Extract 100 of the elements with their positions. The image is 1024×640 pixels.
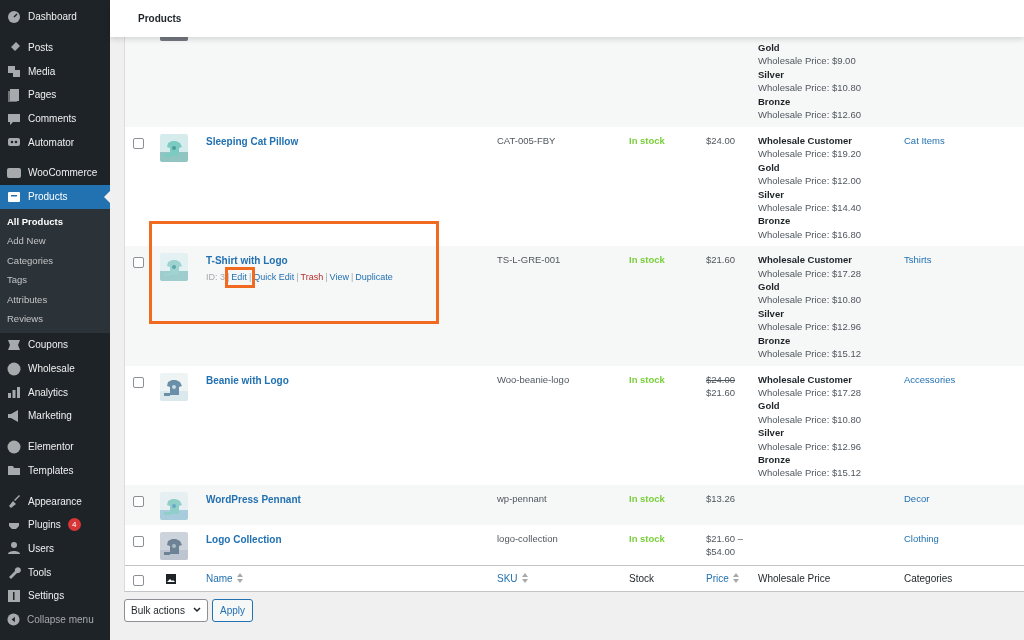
- column-header[interactable]: Price: [706, 570, 758, 586]
- circle-icon: [7, 439, 21, 454]
- ticket-icon: [7, 337, 21, 352]
- sidebar-item[interactable]: WooCommerce: [0, 161, 110, 185]
- tier-name: Gold: [758, 41, 781, 55]
- sort-icon: [521, 573, 528, 584]
- submenu-item[interactable]: Add New: [0, 231, 110, 251]
- category-link[interactable]: Cat Items: [904, 134, 1024, 242]
- stock-status: In stock: [629, 531, 666, 546]
- megaphone-icon: [7, 408, 21, 423]
- sidebar-item[interactable]: Tools: [0, 560, 110, 584]
- stock-status: In stock: [629, 491, 666, 506]
- apply-button[interactable]: Apply: [212, 598, 253, 622]
- tier-name: Wholesale Customer: [758, 372, 853, 386]
- checkbox[interactable]: [133, 138, 144, 149]
- submenu-item[interactable]: All Products: [0, 211, 110, 232]
- row-action-link[interactable]: Edit: [231, 272, 247, 283]
- submenu-item[interactable]: Reviews: [0, 309, 110, 330]
- price-text: $21.60 –: [706, 531, 744, 545]
- user-icon: [7, 541, 21, 556]
- sidebar-item[interactable]: Dashboard: [0, 5, 110, 29]
- archive-icon: [7, 189, 21, 204]
- category-link[interactable]: Clothing: [904, 531, 1024, 560]
- category-link[interactable]: Accessories: [904, 372, 1024, 480]
- product-name-link[interactable]: Sleeping Cat Pillow: [206, 136, 299, 147]
- sidebar-item[interactable]: Marketing: [0, 404, 110, 428]
- checkbox[interactable]: [133, 574, 144, 586]
- sidebar-item[interactable]: Appearance: [0, 489, 110, 513]
- row-action-link[interactable]: Duplicate: [355, 272, 393, 283]
- checkbox[interactable]: [133, 535, 144, 547]
- folder-icon: [7, 463, 21, 478]
- checkbox[interactable]: [133, 376, 144, 388]
- wholesale-price: Wholesale Price: $12.96: [758, 439, 862, 453]
- sidebar-item[interactable]: Automator: [0, 130, 110, 155]
- sidebar-item[interactable]: Media: [0, 59, 110, 84]
- row-action-link[interactable]: View: [329, 272, 349, 283]
- product-name-link[interactable]: T-Shirt with Logo: [206, 255, 288, 267]
- sku-text: CAT-005-FBY: [497, 134, 557, 148]
- separator: |: [349, 272, 355, 283]
- sort-icon: [236, 573, 243, 584]
- sku-text: logo-collection: [497, 531, 559, 546]
- stock-status: In stock: [629, 253, 666, 268]
- checkbox[interactable]: [133, 495, 144, 507]
- coin-icon: [7, 361, 21, 376]
- tier-name: Gold: [758, 280, 781, 294]
- sidebar-item[interactable]: Users: [0, 536, 110, 561]
- submenu-item[interactable]: Attributes: [0, 289, 110, 310]
- separator: |: [226, 272, 231, 283]
- column-header: Stock: [629, 571, 655, 586]
- product-name-link[interactable]: Beanie with Logo: [206, 374, 289, 386]
- sidebar-item[interactable]: Posts: [0, 35, 110, 60]
- wholesale-price: Wholesale Price: $12.60: [758, 108, 862, 122]
- category-link[interactable]: Tshirts: [904, 253, 1024, 361]
- collapse-menu-button[interactable]: Collapse menu: [0, 607, 110, 632]
- submenu-item[interactable]: Tags: [0, 270, 110, 290]
- sku-text: Woo-beanie-logo: [497, 372, 571, 387]
- sidebar-item[interactable]: Plugins 4: [0, 512, 110, 537]
- price-text: $54.00: [706, 544, 737, 558]
- wholesale-price: Wholesale Price: $19.20: [758, 147, 862, 161]
- tier-name: Bronze: [758, 94, 792, 109]
- settings-icon: [7, 588, 21, 603]
- column-header: Wholesale Price: [758, 571, 832, 586]
- column-header: Categories: [904, 571, 954, 586]
- price-text: $24.00: [706, 372, 737, 386]
- product-name-link[interactable]: Logo Collection: [206, 533, 282, 545]
- tier-name: Bronze: [758, 214, 792, 228]
- sidebar-item[interactable]: Products: [0, 184, 110, 209]
- tier-name: Gold: [758, 160, 781, 175]
- row-action-link[interactable]: Trash: [300, 272, 324, 283]
- wholesale-price: Wholesale Price: $15.12: [758, 466, 862, 480]
- price-text: $13.26: [706, 491, 737, 505]
- tier-name: Silver: [758, 187, 785, 202]
- submenu-item[interactable]: Categories: [0, 250, 110, 271]
- sidebar-item[interactable]: Comments: [0, 106, 110, 131]
- speech-bubble-icon: [7, 111, 21, 126]
- sidebar-item[interactable]: Wholesale: [0, 356, 110, 381]
- collapse-icon: [7, 612, 20, 626]
- sidebar-item[interactable]: Settings: [0, 583, 110, 608]
- tier-name: Silver: [758, 426, 785, 440]
- bulk-actions-select[interactable]: Bulk actions: [124, 598, 208, 622]
- tier-name: Bronze: [758, 452, 792, 467]
- sidebar-item[interactable]: Elementor: [0, 434, 110, 459]
- price-text: $21.60: [706, 253, 737, 267]
- checkbox[interactable]: [133, 257, 144, 269]
- sidebar-item[interactable]: Templates: [0, 458, 110, 483]
- sort-icon: [732, 573, 739, 584]
- wholesale-price: Wholesale Price: $9.00: [758, 54, 857, 68]
- image-icon: [166, 574, 176, 585]
- column-header[interactable]: Name: [206, 570, 497, 586]
- sidebar-item[interactable]: Coupons: [0, 333, 110, 357]
- sidebar-item[interactable]: Analytics: [0, 380, 110, 405]
- tier-name: Gold: [758, 399, 781, 413]
- tier-name: Wholesale Customer: [758, 134, 853, 148]
- wholesale-price: Wholesale Price: $14.40: [758, 201, 862, 215]
- category-link[interactable]: Decor: [904, 491, 1024, 520]
- sidebar-item[interactable]: Pages: [0, 83, 110, 107]
- wholesale-price: Wholesale Price: $10.80: [758, 412, 862, 427]
- sku-text: TS-L-GRE-001: [497, 253, 562, 268]
- product-name-link[interactable]: WordPress Pennant: [206, 493, 301, 505]
- column-header[interactable]: SKU: [497, 570, 629, 586]
